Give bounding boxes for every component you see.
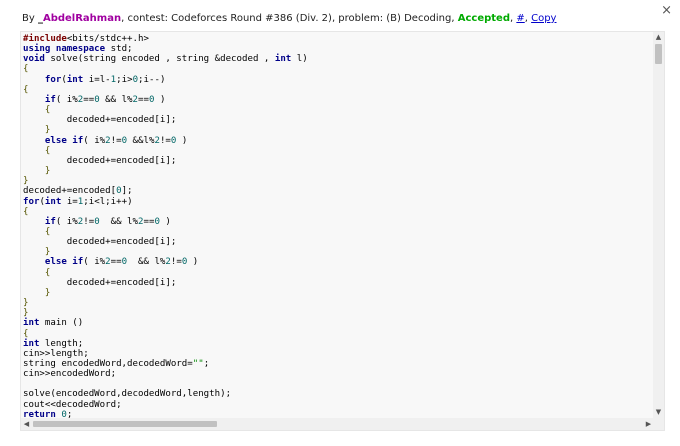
code-line: }: [44, 247, 51, 258]
code-line: cin>>length;: [23, 348, 89, 359]
verdict-badge: Accepted: [457, 13, 510, 24]
code-line: decoded+=encoded[i];: [23, 155, 177, 166]
copy-link[interactable]: Copy: [531, 13, 556, 24]
code-line: int main (): [23, 318, 84, 329]
problem-name: (B) Decoding: [386, 13, 452, 24]
code-line: if( i%2!=0 && l%2==0 ): [44, 216, 171, 227]
code-line: using namespace std;: [23, 44, 133, 55]
scroll-down-icon[interactable]: ▼: [653, 407, 664, 418]
code-line: {: [44, 226, 51, 237]
scrollbar-corner: [653, 418, 664, 430]
code-line: cout<<decodedWord;: [23, 399, 122, 410]
code-line: {: [23, 64, 29, 75]
code-line: {: [23, 84, 29, 95]
vertical-scrollbar[interactable]: ▲ ▼: [653, 32, 664, 418]
source-code-viewer[interactable]: #include<bits/stdc++.h> using namespace …: [20, 31, 665, 431]
code-line: decoded+=encoded[i];: [23, 277, 177, 288]
code-line: decoded+=encoded[i];: [23, 237, 177, 248]
code-line: for(int i=1;i<l;i++): [23, 196, 133, 207]
code-line: if( i%2==0 && l%2==0 ): [44, 94, 166, 105]
code-line: }: [23, 298, 29, 309]
horizontal-scroll-thumb[interactable]: [33, 421, 217, 427]
code-line: else if( i%2==0 && l%2!=0 ): [44, 257, 199, 268]
code-line: else if( i%2!=0 &&l%2!=0 ): [44, 135, 188, 146]
author-link[interactable]: _AbdelRahman: [38, 13, 121, 24]
horizontal-scrollbar[interactable]: ◀ ▶: [21, 418, 654, 430]
code-line: {: [44, 105, 51, 116]
contest-name: Codeforces Round #386 (Div. 2): [171, 13, 332, 24]
code-line: cin>>encodedWord;: [23, 369, 117, 380]
code-line: }: [23, 176, 29, 187]
contest-label: , contest:: [121, 13, 172, 24]
code-line: }: [44, 166, 51, 177]
vertical-scroll-thumb[interactable]: [655, 44, 662, 64]
close-icon[interactable]: ×: [661, 3, 672, 19]
code-line: decoded+=encoded[i];: [23, 115, 177, 126]
submission-popup: × By _AbdelRahman, contest: Codeforces R…: [0, 0, 680, 446]
code-line: solve(encodedWord,decodedWord,length);: [23, 389, 232, 400]
code-line: void solve(string encoded , string &deco…: [23, 54, 308, 65]
code-line: int length;: [23, 338, 84, 349]
code-line: }: [44, 287, 51, 298]
code-line: }: [23, 308, 29, 319]
code-line: #include<bits/stdc++.h>: [23, 34, 149, 44]
code-line: for(int i=l-1;i>0;i--): [44, 74, 166, 85]
code-line: {: [23, 206, 29, 217]
scroll-left-icon[interactable]: ◀: [21, 418, 32, 430]
code-line: }: [44, 125, 51, 136]
by-label: By: [22, 13, 35, 24]
problem-label: , problem:: [331, 13, 387, 24]
submission-hash-link[interactable]: #: [516, 13, 524, 24]
code-line: string encodedWord,decodedWord="";: [23, 359, 210, 369]
code-line: {: [44, 267, 51, 278]
code-line: {: [23, 328, 29, 339]
code-line: {: [44, 145, 51, 156]
scroll-up-icon[interactable]: ▲: [653, 32, 664, 43]
code-line: decoded+=encoded[0];: [23, 186, 133, 197]
author-name: AbdelRahman: [42, 13, 122, 24]
source-code: #include<bits/stdc++.h> using namespace …: [23, 34, 308, 420]
submission-header: By _AbdelRahman, contest: Codeforces Rou…: [22, 13, 556, 24]
